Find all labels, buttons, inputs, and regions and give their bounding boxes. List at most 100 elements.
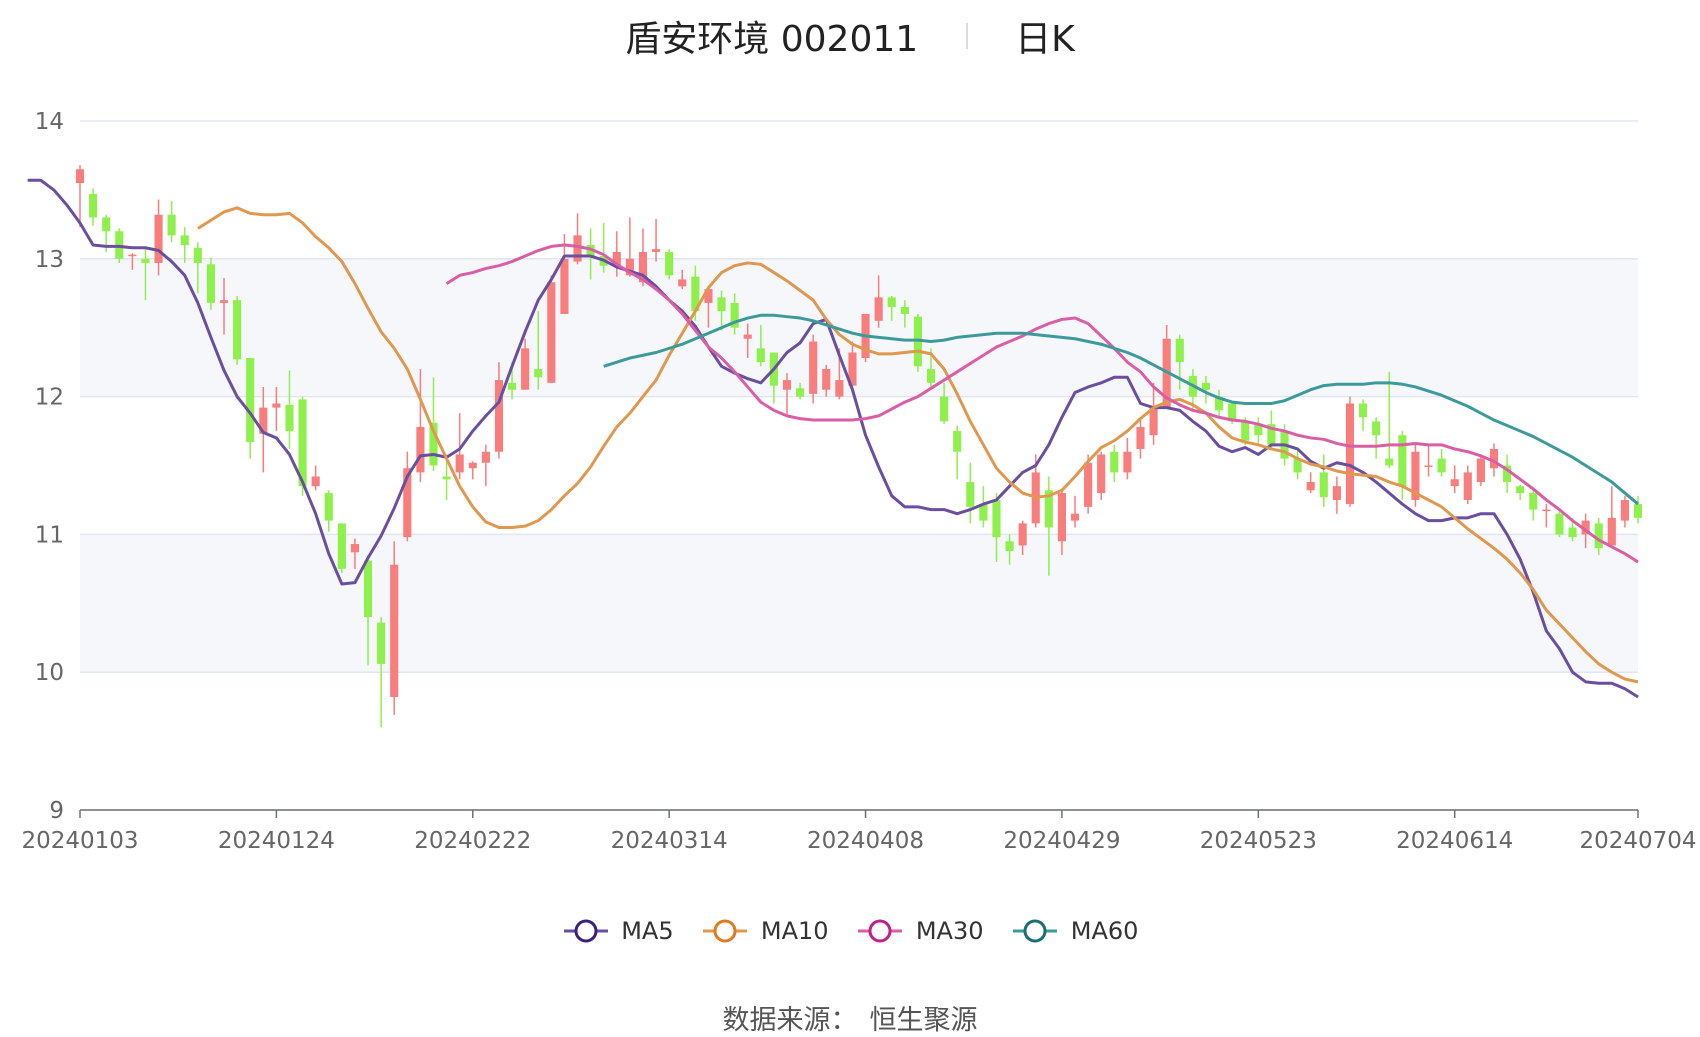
legend-item-ma30[interactable]: MA30 [856, 916, 984, 945]
x-tick-label: 20240222 [414, 828, 531, 854]
candle-body [822, 369, 831, 390]
candle-body [272, 403, 281, 408]
source-value: 恒生聚源 [869, 1005, 978, 1036]
y-tick-label: 14 [35, 109, 64, 135]
candle-body [350, 544, 359, 553]
candle-body [1241, 421, 1250, 441]
candle-body [874, 297, 883, 321]
candle-body [560, 258, 569, 314]
candle-body [1398, 435, 1407, 487]
candle-body [1476, 458, 1485, 483]
candle-body [102, 217, 111, 232]
legend-label-ma60: MA60 [1070, 916, 1139, 945]
candle-body [390, 564, 399, 698]
candle-body [193, 247, 202, 263]
candle-body [468, 462, 477, 469]
candle-body [652, 249, 661, 252]
candle-body [1084, 462, 1093, 507]
candle-body [1070, 513, 1080, 521]
candle-body [154, 214, 163, 263]
candle-body [416, 426, 425, 473]
candle-body [1175, 338, 1184, 363]
candle-body [180, 235, 189, 246]
x-tick-label: 20240523 [1200, 828, 1317, 854]
candle-body [167, 214, 176, 236]
candle-body [363, 560, 373, 618]
legend-item-ma5[interactable]: MA5 [562, 916, 674, 945]
legend: MA5 MA10 MA30 MA60 [0, 915, 1700, 945]
candle-body [1110, 451, 1119, 473]
candle-body [665, 251, 674, 276]
candle-body [953, 431, 962, 452]
candle-body [337, 523, 346, 569]
candle-body [1136, 426, 1145, 449]
candle-body [1516, 486, 1525, 494]
candle-body [887, 297, 896, 308]
candle-body [219, 300, 229, 303]
candle-body [1529, 493, 1538, 510]
candle-body [547, 282, 556, 383]
candle-body [1607, 517, 1616, 546]
source-label: 数据来源： [722, 1005, 858, 1036]
candle-body [1057, 493, 1066, 542]
candle-body [1097, 454, 1106, 494]
candle-body [966, 482, 975, 507]
candle-body [678, 279, 687, 287]
candle-body [246, 358, 255, 443]
legend-item-ma60[interactable]: MA60 [1011, 916, 1138, 945]
x-tick-label: 20240704 [1579, 828, 1696, 854]
candle-body [1345, 403, 1355, 505]
candle-body [534, 369, 543, 378]
candle-body [141, 258, 150, 263]
data-source: 数据来源： 恒生聚源 [0, 998, 1700, 1037]
candle-body [926, 369, 936, 383]
candle-body [377, 622, 386, 664]
grid-band [80, 534, 1638, 673]
candle-body [1005, 541, 1014, 551]
candle-body [1568, 527, 1577, 538]
x-tick-label: 20240429 [1003, 828, 1120, 854]
candle-body [1424, 465, 1433, 467]
candle-body [1620, 499, 1629, 521]
plot-area: 9 10 11 12 13 14 20240103 20240124 20240222 20240… [21, 109, 1696, 854]
candle-body [1385, 458, 1394, 466]
candle-body [206, 264, 215, 303]
candle-body [743, 334, 752, 339]
x-tick-label: 20240124 [218, 828, 335, 854]
x-tick-label: 20240614 [1396, 828, 1513, 854]
legend-label-ma30: MA30 [915, 916, 984, 945]
legend-item-ma10[interactable]: MA10 [701, 916, 829, 945]
legend-marker-ma60 [1013, 919, 1058, 942]
candle-body [324, 493, 333, 521]
candle-body [233, 300, 242, 360]
y-tick-label: 9 [49, 798, 64, 824]
legend-marker-ma30 [858, 919, 903, 942]
candle-body [1018, 523, 1027, 546]
candle-body [1463, 472, 1472, 500]
legend-label-ma5: MA5 [621, 916, 674, 945]
candle-body [992, 499, 1001, 538]
candle-body [1332, 486, 1341, 500]
x-tick-label: 20240314 [611, 828, 728, 854]
y-tick-label: 10 [35, 660, 64, 686]
candle-body [756, 348, 765, 363]
candle-body [311, 476, 320, 487]
candle-body [782, 380, 792, 390]
candle-body [940, 396, 949, 422]
candle-body [900, 307, 909, 314]
candle-body [1594, 523, 1603, 549]
legend-marker-ma10 [703, 919, 748, 942]
candle-body [442, 476, 451, 480]
y-tick-label: 12 [35, 385, 64, 411]
candle-body [717, 297, 726, 312]
candle-body [1555, 513, 1564, 535]
x-tick-label: 20240103 [21, 828, 138, 854]
candle-body [1633, 504, 1643, 518]
candle-body [481, 451, 490, 463]
candle-body [1450, 479, 1459, 487]
candle-body [835, 380, 844, 397]
candle-body [1359, 403, 1368, 418]
legend-marker-ma5 [563, 919, 608, 942]
candle-body [1542, 509, 1551, 512]
grid-band [80, 258, 1638, 397]
